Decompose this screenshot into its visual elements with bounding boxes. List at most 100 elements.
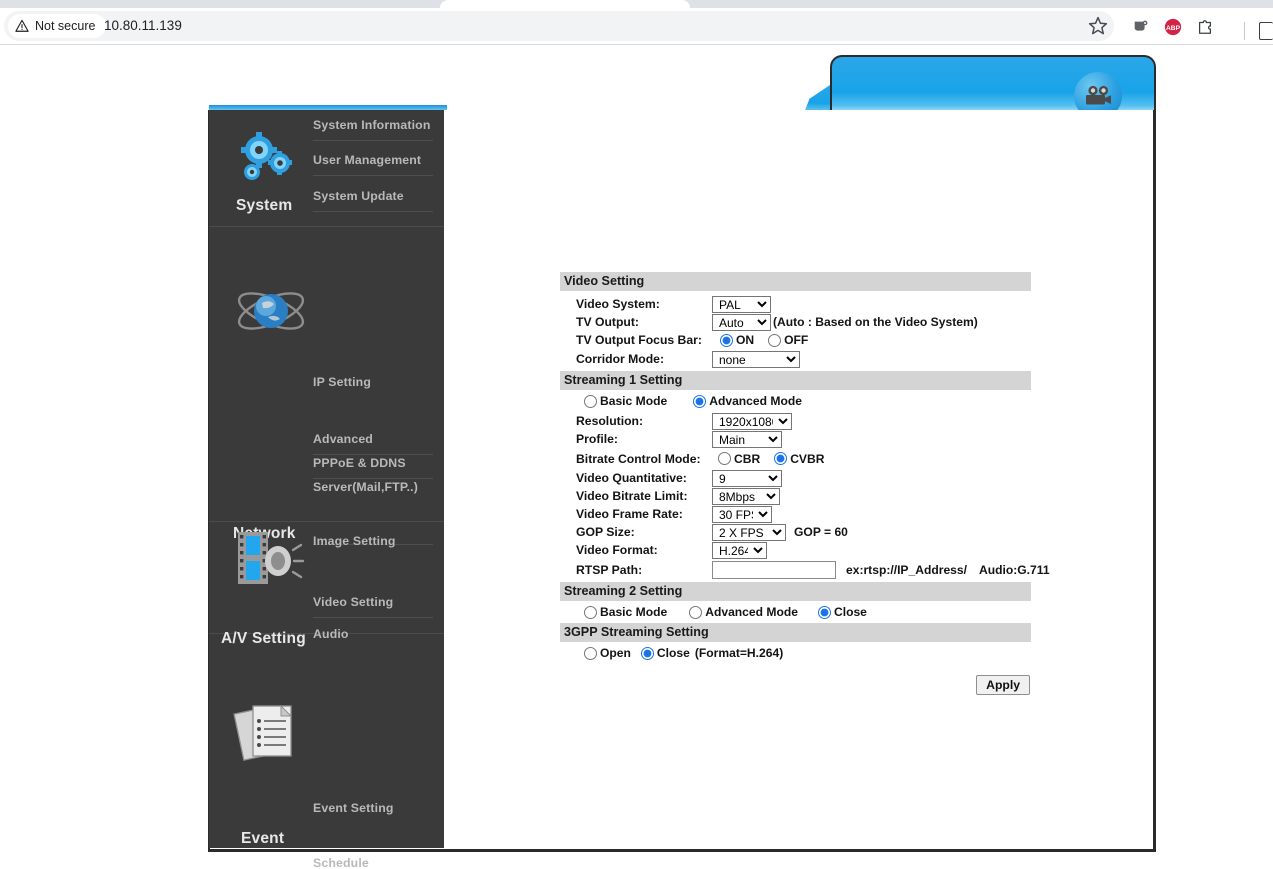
radio-3gpp-open[interactable]: Open: [584, 646, 631, 660]
apply-row: Apply: [560, 664, 1031, 695]
radio-label-s2-basic: Basic Mode: [600, 605, 668, 619]
radio-label-s1-basic: Basic Mode: [600, 394, 668, 408]
radio-input-cbr[interactable]: [718, 452, 731, 465]
label-profile: Profile:: [576, 432, 618, 446]
globe-network-icon: [237, 292, 305, 330]
sidebar-group-event: Event Event Setting Schedule I/O Setting…: [209, 634, 444, 869]
sidebar-group-av-setting: A/V Setting Image Setting Video Setting …: [209, 522, 444, 647]
note-rtsp-audio: Audio:G.711: [978, 563, 1050, 577]
radio-s2-close[interactable]: Close: [817, 605, 867, 619]
radio-input-s2-advanced[interactable]: [689, 605, 703, 619]
sidebar-group-title-event: Event: [241, 830, 285, 847]
sidebar-item-pppoe-ddns[interactable]: PPPoE & DDNS: [313, 456, 433, 479]
radio-label-cbr: CBR: [734, 451, 761, 466]
label-tv-output: TV Output:: [576, 315, 639, 329]
sidebar-item-image-setting[interactable]: Image Setting: [313, 534, 433, 556]
radio-input-s2-close[interactable]: [817, 605, 831, 619]
video-settings-form: Video Setting Video System: PALNTSC TV O…: [560, 272, 1050, 695]
select-video-bitrate-limit[interactable]: 1Mbps2Mbps4Mbps6Mbps8Mbps10Mbps: [712, 487, 780, 505]
row-tv-output-focus-bar: TV Output Focus Bar: ON OFF: [560, 331, 1031, 349]
input-rtsp-path[interactable]: [712, 561, 836, 579]
radio-s2-basic-mode[interactable]: Basic Mode: [584, 605, 667, 619]
row-gop-size: GOP Size: 1 X FPS2 X FPS3 X FPS4 X FPS G…: [560, 523, 1031, 541]
radio-label-cvbr: CVBR: [790, 451, 825, 466]
select-corridor-mode[interactable]: none90270: [712, 350, 800, 368]
radio-focusbar-off[interactable]: OFF: [768, 333, 808, 347]
adblock-plus-icon[interactable]: ABP: [1164, 18, 1182, 36]
radio-s1-basic-mode[interactable]: Basic Mode: [584, 394, 667, 408]
apply-button[interactable]: Apply: [976, 675, 1030, 695]
label-video-frame-rate: Video Frame Rate:: [576, 507, 683, 521]
select-video-system[interactable]: PALNTSC: [712, 295, 771, 313]
section-header-streaming2: Streaming 2 Setting: [560, 582, 1031, 601]
sidebar-group-system: System System Information User Managemen…: [209, 110, 444, 227]
sidebar-group-network: Network IP Setting Advanced PPPoE & DDNS…: [209, 227, 444, 545]
label-video-bitrate-limit: Video Bitrate Limit:: [576, 489, 688, 503]
sidebar-item-event-setting[interactable]: Event Setting: [313, 801, 433, 823]
browser-active-tab[interactable]: [440, 0, 690, 8]
sidebar-item-ip-setting[interactable]: IP Setting: [313, 375, 433, 397]
browser-tab-strip: [0, 0, 1273, 8]
radio-label-3gpp-open: Open: [600, 646, 631, 660]
sidebar-item-server-mail-ftp[interactable]: Server(Mail,FTP..): [313, 480, 433, 502]
sidebar-item-advanced[interactable]: Advanced: [313, 432, 433, 455]
sidebar-group-title-system: System: [236, 197, 293, 214]
browser-profile-icon[interactable]: [1259, 22, 1273, 40]
row-video-format: Video Format: H.264H.265MJPEG: [560, 541, 1031, 559]
sidebar-item-system-update[interactable]: System Update: [313, 189, 433, 212]
label-video-quantitative: Video Quantitative:: [576, 471, 687, 485]
row-video-bitrate-limit: Video Bitrate Limit: 1Mbps2Mbps4Mbps6Mbp…: [560, 487, 1031, 505]
browser-toolbar: Not secure 10.80.11.139 ABP: [0, 8, 1273, 45]
radio-input-s1-advanced[interactable]: [693, 394, 707, 408]
row-bitrate-control-mode: Bitrate Control Mode: CBR CVBR: [560, 448, 1031, 469]
row-corridor-mode: Corridor Mode: none90270: [560, 349, 1031, 369]
radio-3gpp-close[interactable]: Close: [640, 646, 690, 660]
radio-input-3gpp-open[interactable]: [584, 646, 597, 660]
sidebar-item-system-information[interactable]: System Information: [313, 118, 433, 141]
radio-input-cvbr[interactable]: [774, 452, 788, 465]
row-video-frame-rate: Video Frame Rate: 1 FPS5 FPS10 FPS15 FPS…: [560, 505, 1031, 523]
row-video-quantitative: Video Quantitative: 12345678910: [560, 469, 1031, 487]
documents-icon: [233, 704, 293, 761]
radio-cvbr[interactable]: CVBR: [774, 452, 824, 466]
extension-icon-group: ABP: [1132, 18, 1214, 36]
extensions-puzzle-icon[interactable]: [1196, 18, 1214, 36]
radio-input-s2-basic[interactable]: [584, 605, 597, 619]
video-camera-icon: [1086, 85, 1111, 105]
sidebar-item-video-setting[interactable]: Video Setting: [313, 595, 433, 618]
radio-s2-advanced-mode[interactable]: Advanced Mode: [689, 605, 798, 619]
select-tv-output[interactable]: AutoNTSCPALOFF: [712, 313, 771, 331]
radio-focusbar-on[interactable]: ON: [720, 333, 754, 347]
radio-input-s1-basic[interactable]: [584, 394, 597, 408]
row-3gpp-mode: Open Close (Format=H.264): [560, 642, 1031, 664]
label-video-format: Video Format:: [576, 543, 658, 557]
radio-cbr[interactable]: CBR: [718, 452, 760, 466]
select-resolution[interactable]: 1920x10801280x720640x480: [712, 412, 792, 430]
address-bar[interactable]: Not secure 10.80.11.139: [4, 11, 1114, 41]
radio-input-focusbar-off[interactable]: [768, 333, 782, 347]
url-text[interactable]: 10.80.11.139: [104, 11, 182, 41]
row-streaming2-mode: Basic Mode Advanced Mode Close: [560, 601, 1031, 623]
select-gop-size[interactable]: 1 X FPS2 X FPS3 X FPS4 X FPS: [712, 523, 786, 541]
select-profile[interactable]: BaselineMainHigh: [712, 430, 782, 448]
select-video-format[interactable]: H.264H.265MJPEG: [712, 541, 767, 559]
site-security-chip[interactable]: Not secure: [8, 14, 107, 38]
select-video-quantitative[interactable]: 12345678910: [712, 469, 782, 487]
radio-label-s1-advanced: Advanced Mode: [709, 394, 802, 408]
bookmark-star-icon[interactable]: [1086, 14, 1110, 38]
sidebar-item-user-management[interactable]: User Management: [313, 153, 433, 176]
radio-label-s2-close: Close: [833, 605, 867, 619]
radio-input-focusbar-on[interactable]: [720, 333, 733, 347]
row-rtsp-path: RTSP Path: ex:rtsp://IP_Address/ Audio:G…: [560, 559, 1050, 581]
radio-s1-advanced-mode[interactable]: Advanced Mode: [693, 394, 802, 408]
sidebar-item-schedule[interactable]: Schedule: [313, 856, 433, 869]
row-profile: Profile: BaselineMainHigh: [560, 430, 1031, 448]
row-video-system: Video System: PALNTSC: [560, 295, 1031, 313]
row-tv-output: TV Output: AutoNTSCPALOFF (Auto : Based …: [560, 313, 1031, 331]
radio-input-3gpp-close[interactable]: [640, 646, 654, 660]
select-video-frame-rate[interactable]: 1 FPS5 FPS10 FPS15 FPS25 FPS30 FPS: [712, 505, 772, 523]
extension-tab-icon[interactable]: [1132, 18, 1150, 36]
site-security-label: Not secure: [35, 19, 96, 33]
note-gop-size: GOP = 60: [794, 525, 848, 539]
note-tv-output: (Auto : Based on the Video System): [773, 315, 978, 329]
